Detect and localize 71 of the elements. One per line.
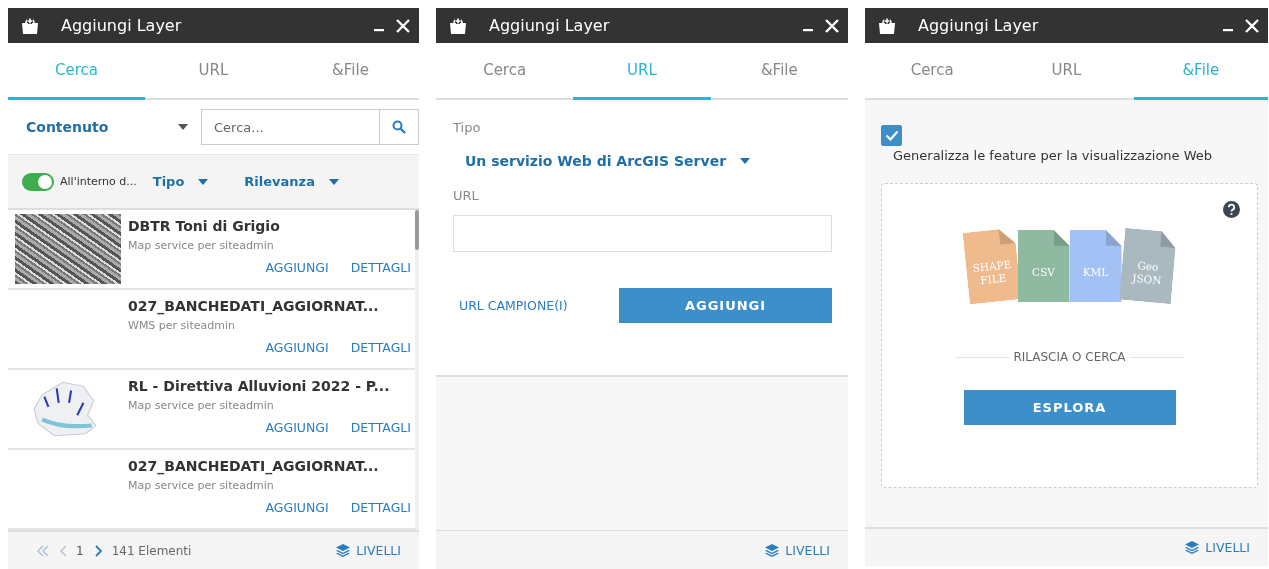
file-type-card: KML <box>1069 230 1122 302</box>
result-title: DBTR Toni di Grigio <box>128 218 281 234</box>
drop-label: RILASCIA O CERCA <box>1009 350 1130 364</box>
result-title: 027_BANCHEDATI_AGGIORNAT... <box>128 458 380 474</box>
sample-url-link[interactable]: URL CAMPIONE(I) <box>459 298 568 313</box>
details-link[interactable]: DETTAGLI <box>350 420 411 435</box>
caret-icon <box>198 178 209 185</box>
type-dropdown[interactable]: Un servizio Web di ArcGIS Server <box>453 153 832 169</box>
close-icon[interactable] <box>395 17 411 34</box>
result-subtitle: Map service per siteadmin <box>128 399 275 412</box>
url-input[interactable] <box>453 215 832 252</box>
tab[interactable]: URL <box>145 43 282 100</box>
add-link[interactable]: AGGIUNGI <box>265 260 329 275</box>
toggle-switch[interactable] <box>22 172 54 191</box>
tab[interactable]: Cerca <box>436 43 574 100</box>
window-title: Aggiungi Layer <box>918 16 1039 35</box>
add-button[interactable]: AGGIUNGI <box>619 288 832 323</box>
type-dropdown[interactable]: Tipo <box>152 174 209 189</box>
details-link[interactable]: DETTAGLI <box>350 260 411 275</box>
search-button[interactable] <box>379 109 419 145</box>
caret-icon <box>328 178 339 185</box>
toggle-label: All'interno d... <box>60 175 137 188</box>
type-label: Tipo <box>453 120 482 135</box>
checkbox[interactable] <box>881 125 902 146</box>
layers-link[interactable]: LIVELLI <box>336 543 401 558</box>
tab[interactable]: &File <box>282 43 419 100</box>
add-link[interactable]: AGGIUNGI <box>265 340 329 355</box>
caret-icon <box>178 124 188 130</box>
tab[interactable]: Cerca <box>865 43 1000 100</box>
search-icon <box>392 120 406 134</box>
result-subtitle: Map service per siteadmin <box>128 479 275 492</box>
layers-link[interactable]: LIVELLI <box>765 542 830 558</box>
page-number: 1 <box>76 543 84 558</box>
caret-icon <box>740 158 751 164</box>
layers-icon <box>1185 541 1200 554</box>
file-type-card: CSV <box>1017 230 1070 302</box>
layers-icon <box>336 544 351 557</box>
browse-button[interactable]: ESPLORA <box>963 390 1176 425</box>
tab[interactable]: URL <box>573 43 711 100</box>
url-label: URL <box>453 188 480 203</box>
tab[interactable]: URL <box>999 43 1134 100</box>
checkmark-icon <box>884 130 899 141</box>
details-link[interactable]: DETTAGLI <box>350 500 411 515</box>
result-count: 141 Elementi <box>111 543 192 558</box>
close-icon[interactable] <box>824 17 840 34</box>
drop-zone[interactable]: SHAPE FILE CSV KML Geo JSON RILASCIA O CERCA ESPLORA <box>881 183 1258 488</box>
add-link[interactable]: AGGIUNGI <box>265 500 329 515</box>
layers-link[interactable]: LIVELLI <box>1185 540 1250 555</box>
result-subtitle: WMS per siteadmin <box>128 319 236 332</box>
add-layer-icon <box>449 16 467 35</box>
tab[interactable]: Cerca <box>8 43 145 100</box>
add-layer-icon <box>878 16 896 35</box>
window-title: Aggiungi Layer <box>61 16 182 35</box>
add-link[interactable]: AGGIUNGI <box>265 420 329 435</box>
checkbox-label: Generalizza le feature per la visualizzazione Web <box>893 148 1214 163</box>
result-title: 027_BANCHEDATI_AGGIORNAT... <box>128 298 380 314</box>
tab[interactable]: &File <box>710 43 848 100</box>
layers-icon <box>765 543 780 557</box>
content-dropdown[interactable]: Contenuto <box>26 119 188 135</box>
add-layer-icon <box>21 16 39 35</box>
file-type-card: Geo JSON <box>1118 227 1177 305</box>
sort-dropdown[interactable]: Rilevanza <box>244 174 339 189</box>
window-title: Aggiungi Layer <box>489 16 610 35</box>
next-page-icon[interactable] <box>93 544 102 557</box>
scrollbar-thumb[interactable] <box>415 210 419 250</box>
result-title: RL - Direttiva Alluvioni 2022 - P... <box>128 378 391 394</box>
search-field[interactable]: Cerca... <box>201 109 379 145</box>
help-icon[interactable] <box>1223 201 1240 218</box>
close-icon[interactable] <box>1244 17 1260 34</box>
result-subtitle: Map service per siteadmin <box>128 239 275 252</box>
details-link[interactable]: DETTAGLI <box>350 340 411 355</box>
